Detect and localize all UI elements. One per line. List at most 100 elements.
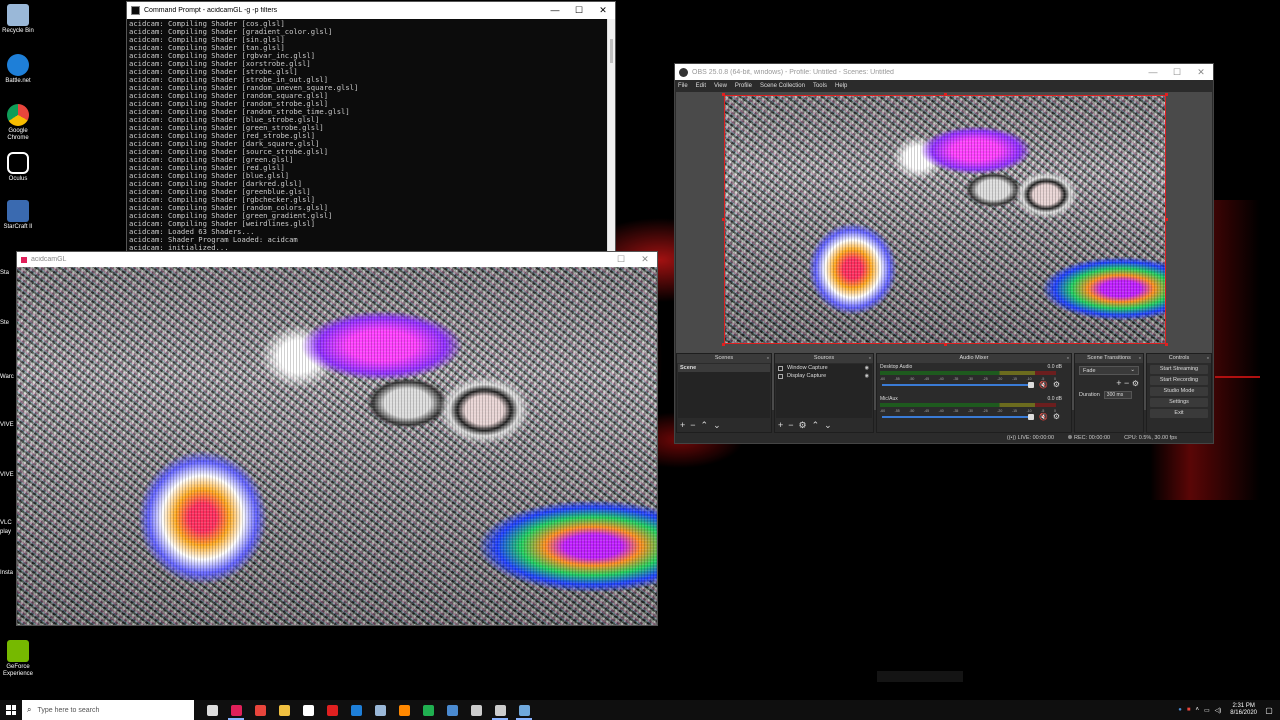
resize-handle[interactable] [722, 218, 725, 221]
start-button[interactable] [0, 700, 22, 720]
add-icon[interactable]: + [778, 420, 783, 430]
studio-mode-button[interactable]: Studio Mode [1150, 387, 1208, 396]
taskbar-app-task-view[interactable] [200, 700, 224, 720]
desktop-icon-oculus[interactable]: Oculus [2, 152, 34, 183]
scene-item[interactable]: Scene [678, 364, 770, 372]
resize-handle[interactable] [722, 343, 725, 346]
command-prompt-window[interactable]: Command Prompt - acidcamGL -g -p filters… [126, 1, 616, 259]
taskbar-app-app-window[interactable] [512, 700, 536, 720]
menu-view[interactable]: View [714, 83, 727, 89]
resize-handle[interactable] [944, 93, 947, 96]
desktop-icon-starcraft[interactable]: StarCraft II [2, 200, 34, 231]
scenes-list[interactable]: Scene [678, 364, 770, 418]
taskbar-app-steam[interactable] [368, 700, 392, 720]
taskbar-app-app-blue[interactable] [440, 700, 464, 720]
close-icon[interactable]: ✕ [591, 2, 615, 19]
taskbar-app-app-red[interactable] [320, 700, 344, 720]
sources-list[interactable]: Window Capture ◉ Display Capture ◉ [776, 364, 872, 418]
menu-scene-collection[interactable]: Scene Collection [760, 83, 805, 89]
mute-icon[interactable]: 🔇 [1039, 381, 1048, 389]
start-streaming-button[interactable]: Start Streaming [1150, 365, 1208, 374]
gear-icon[interactable]: ⚙ [1132, 379, 1139, 388]
scrollbar-thumb[interactable] [610, 39, 613, 63]
remove-icon[interactable]: − [788, 420, 793, 430]
resize-handle[interactable] [722, 93, 725, 96]
taskbar-app-cmd[interactable] [488, 700, 512, 720]
duration-input[interactable]: 300 ms [1103, 391, 1132, 399]
acidcamgl-window[interactable]: acidcamGL ☐ ✕ [16, 251, 658, 626]
taskbar-app-vlc[interactable] [392, 700, 416, 720]
eye-icon[interactable]: ◉ [865, 364, 869, 372]
maximize-icon[interactable]: ☐ [609, 251, 633, 268]
transition-select[interactable]: Fade [1079, 366, 1139, 375]
maximize-icon[interactable]: ☐ [1165, 64, 1189, 81]
resize-handle[interactable] [1165, 343, 1168, 346]
settings-button[interactable]: Settings [1150, 398, 1208, 407]
taskbar-app-battle-net[interactable] [344, 700, 368, 720]
move-up-icon[interactable]: ⌃ [812, 420, 820, 430]
taskbar-search-box[interactable]: ⌕ Type here to search [22, 700, 194, 720]
chrome-icon [254, 704, 266, 716]
menu-profile[interactable]: Profile [735, 83, 752, 89]
obs-window[interactable]: OBS 25.0.8 (64-bit, windows) - Profile: … [674, 63, 1214, 444]
menu-help[interactable]: Help [835, 83, 847, 89]
gear-icon[interactable]: ⚙ [1053, 380, 1060, 389]
menu-tools[interactable]: Tools [813, 83, 827, 89]
move-down-icon[interactable]: ⌄ [824, 420, 832, 430]
chevron-up-icon[interactable]: ˄ [1195, 707, 1199, 713]
eye-icon[interactable]: ◉ [865, 372, 869, 380]
desktop-icon-geforce[interactable]: GeForce Experience [2, 640, 34, 678]
move-up-icon[interactable]: ⌃ [701, 420, 709, 430]
volume-slider[interactable] [882, 384, 1030, 386]
clock[interactable]: 2:31 PM 8/16/2020 [1230, 703, 1257, 717]
volume-slider[interactable] [882, 416, 1030, 418]
acidcamgl-titlebar[interactable]: acidcamGL ☐ ✕ [17, 252, 657, 267]
mute-icon[interactable]: 🔇 [1039, 413, 1048, 421]
taskbar-app-acidcam[interactable] [224, 700, 248, 720]
taskbar-app-store[interactable] [296, 700, 320, 720]
taskbar-app-file-explorer[interactable] [272, 700, 296, 720]
menu-file[interactable]: File [678, 83, 688, 89]
resize-handle[interactable] [944, 343, 947, 346]
cmd-titlebar[interactable]: Command Prompt - acidcamGL -g -p filters… [127, 2, 615, 19]
minimize-icon[interactable]: — [1141, 64, 1165, 81]
source-item[interactable]: Display Capture ◉ [776, 372, 872, 380]
resize-handle[interactable] [1165, 93, 1168, 96]
source-item[interactable]: Window Capture ◉ [776, 364, 872, 372]
taskbar-app-chrome[interactable] [248, 700, 272, 720]
close-icon[interactable]: ✕ [633, 251, 657, 268]
tray-app-icon[interactable]: ■ [1187, 707, 1191, 713]
person-icon[interactable]: ● [1178, 707, 1182, 713]
start-recording-button[interactable]: Start Recording [1150, 376, 1208, 385]
add-icon[interactable]: + [680, 420, 685, 430]
gear-icon[interactable]: ⚙ [1053, 412, 1060, 421]
volume-slider-handle[interactable] [1028, 382, 1034, 388]
notification-icon[interactable]: ▢ [1262, 706, 1276, 715]
remove-icon[interactable]: − [1124, 378, 1129, 388]
obs-preview-source[interactable] [724, 95, 1166, 344]
scenes-toolbar: + − ⌃ ⌄ [680, 420, 721, 430]
minimize-icon[interactable]: — [543, 2, 567, 19]
obs-icon [470, 704, 482, 716]
desktop-icon-chrome[interactable]: Google Chrome [2, 104, 34, 142]
remove-icon[interactable]: − [690, 420, 695, 430]
obs-titlebar[interactable]: OBS 25.0.8 (64-bit, windows) - Profile: … [675, 64, 1213, 80]
exit-button[interactable]: Exit [1150, 409, 1208, 418]
volume-icon[interactable]: ◁) [1215, 707, 1222, 714]
desktop-icon-battle-net[interactable]: Battle.net [2, 54, 34, 85]
cmd-output[interactable]: acidcam: Compiling Shader [cos.glsl] acid… [127, 19, 615, 258]
volume-slider-handle[interactable] [1028, 414, 1034, 420]
taskbar-app-app-green[interactable] [416, 700, 440, 720]
wallpaper-line [1215, 376, 1260, 378]
cmd-scrollbar[interactable] [607, 19, 615, 258]
add-icon[interactable]: + [1116, 378, 1121, 388]
maximize-icon[interactable]: ☐ [567, 2, 591, 19]
gear-icon[interactable]: ⚙ [799, 420, 807, 430]
resize-handle[interactable] [1165, 218, 1168, 221]
network-icon[interactable]: ▭ [1204, 707, 1210, 714]
taskbar-app-obs[interactable] [464, 700, 488, 720]
close-icon[interactable]: ✕ [1189, 64, 1213, 81]
desktop-icon-recycle-bin[interactable]: Recycle Bin [2, 4, 34, 35]
menu-edit[interactable]: Edit [696, 83, 706, 89]
move-down-icon[interactable]: ⌄ [713, 420, 721, 430]
